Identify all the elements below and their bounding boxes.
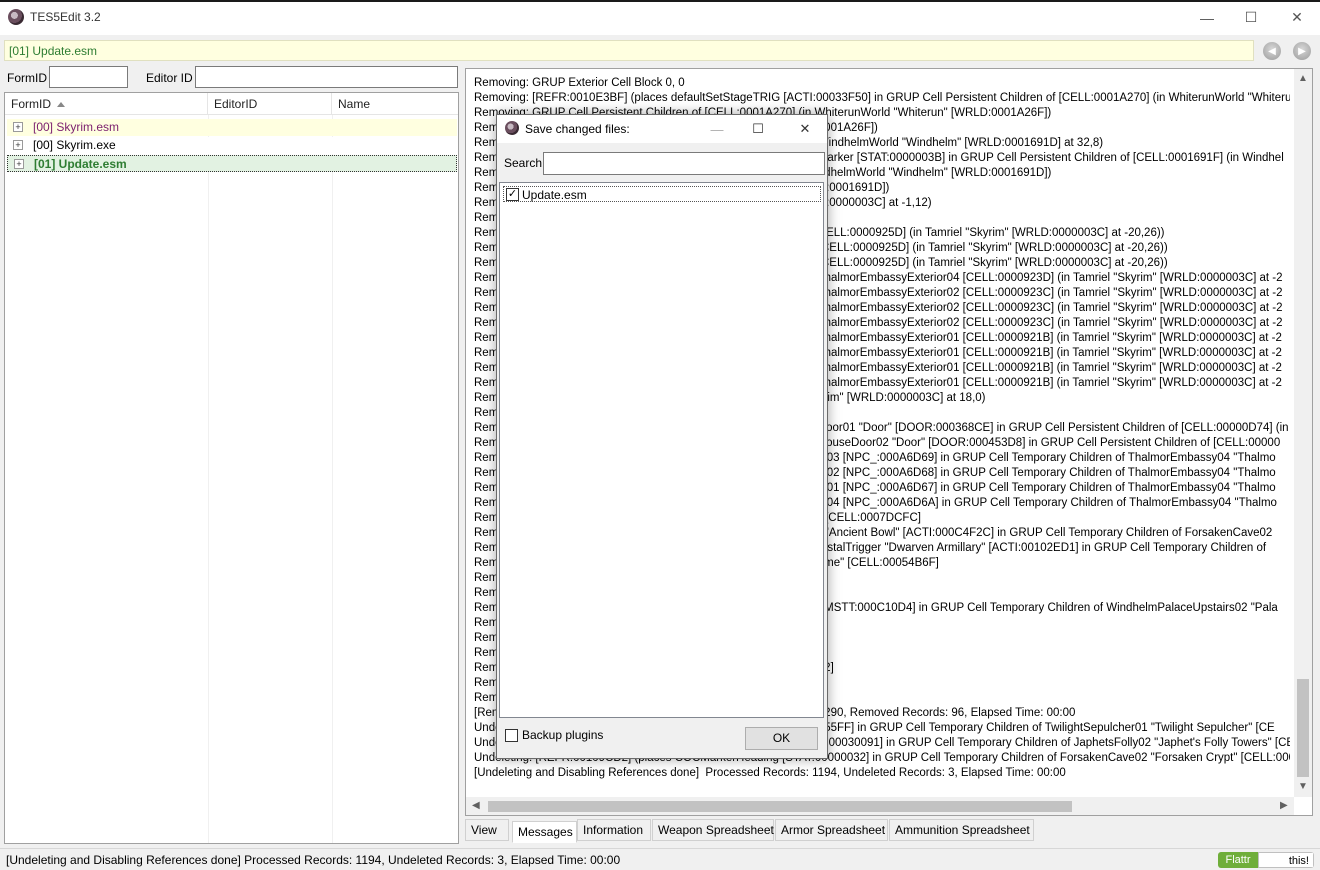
dialog-close-button[interactable]: ✕ (785, 115, 825, 143)
expand-icon[interactable]: + (14, 159, 24, 169)
file-checkbox[interactable]: ✓ (506, 188, 519, 201)
column-header-name[interactable]: Name (332, 93, 458, 115)
log-line: [Undeleting and Disabling References don… (474, 767, 1066, 779)
window-title: TES5Edit 3.2 (30, 10, 101, 24)
tab-messages[interactable]: Messages (512, 821, 577, 843)
flattr-this-label: this! (1258, 852, 1314, 868)
back-button[interactable]: ◀ (1263, 42, 1281, 60)
plugin-tree[interactable]: FormID EditorID Name + [00] Skyrim.esm + [0… (4, 92, 459, 844)
dialog-search-label: Search (504, 156, 543, 170)
scroll-right-arrow-icon[interactable]: ▶ (1280, 800, 1288, 811)
tab-information[interactable]: Information (577, 819, 651, 841)
tree-header: FormID EditorID Name (5, 93, 458, 115)
tab-ammunition-spreadsheet[interactable]: Ammunition Spreadsheet (889, 819, 1034, 841)
editorid-label: Editor ID (146, 71, 193, 85)
vertical-scroll-thumb[interactable] (1297, 679, 1309, 777)
path-bar-text: [01] Update.esm (9, 44, 98, 58)
backup-plugins-label: Backup plugins (522, 728, 604, 742)
status-text: [Undeleting and Disabling References don… (6, 853, 621, 867)
horizontal-scrollbar[interactable]: ◀ ▶ (466, 797, 1294, 815)
list-item[interactable]: ✓ Update.esm (503, 186, 821, 202)
scroll-down-arrow-icon[interactable]: ▼ (1298, 781, 1308, 792)
title-top-line (0, 0, 1320, 2)
dialog-title: Save changed files: (525, 122, 630, 136)
backup-plugins-checkbox[interactable] (505, 729, 518, 742)
expand-icon[interactable]: + (13, 140, 23, 150)
formid-input[interactable] (49, 66, 128, 88)
horizontal-scroll-thumb[interactable] (488, 801, 1072, 812)
status-bar: [Undeleting and Disabling References don… (0, 848, 1320, 870)
file-name: Update.esm (522, 188, 587, 202)
flattr-button[interactable]: Flattr this! (1218, 852, 1314, 868)
dialog-minimize-button[interactable]: — (697, 115, 737, 143)
tab-view[interactable]: View (465, 819, 509, 841)
tree-row[interactable]: + [01] Update.esm (7, 155, 457, 172)
log-line: Removing: [REFR:0010E3BF] (places defaul… (474, 92, 1290, 104)
column-divider (208, 115, 209, 843)
scroll-up-arrow-icon[interactable]: ▲ (1298, 73, 1308, 84)
dialog-title-bar: Save changed files: — ☐ ✕ (497, 115, 827, 143)
expand-icon[interactable]: + (13, 122, 23, 132)
tab-weapon-spreadsheet[interactable]: Weapon Spreadsheet (652, 819, 774, 841)
formid-label: FormID (7, 71, 47, 85)
close-button[interactable]: ✕ (1274, 0, 1320, 35)
title-bar: TES5Edit 3.2 — ☐ ✕ (0, 0, 1320, 35)
forward-button[interactable]: ▶ (1293, 42, 1311, 60)
tree-row[interactable]: + [00] Skyrim.exe (7, 137, 457, 154)
app-icon (8, 9, 24, 25)
editorid-input[interactable] (195, 66, 458, 88)
ok-button[interactable]: OK (745, 727, 818, 750)
column-header-editorid[interactable]: EditorID (208, 93, 332, 115)
sort-ascending-icon (57, 102, 65, 108)
path-bar: [01] Update.esm (4, 40, 1254, 61)
dialog-app-icon (505, 121, 519, 135)
vertical-scrollbar[interactable]: ▲ ▼ (1294, 69, 1312, 797)
scroll-left-arrow-icon[interactable]: ◀ (472, 800, 480, 811)
minimize-button[interactable]: — (1184, 0, 1230, 35)
tab-armor-spreadsheet[interactable]: Armor Spreadsheet (775, 819, 888, 841)
column-divider (332, 115, 333, 843)
tree-row-label: [00] Skyrim.exe (33, 138, 116, 152)
tree-row[interactable]: + [00] Skyrim.esm (7, 119, 457, 136)
dialog-maximize-button[interactable]: ☐ (738, 115, 778, 143)
column-header-formid[interactable]: FormID (5, 93, 208, 115)
log-line: Removing: GRUP Exterior Cell Block 0, 0 (474, 77, 685, 89)
maximize-button[interactable]: ☐ (1228, 0, 1274, 35)
tree-row-label: [00] Skyrim.esm (33, 120, 120, 134)
flattr-label: Flattr (1218, 852, 1258, 868)
dialog-search-input[interactable] (543, 152, 825, 175)
tree-row-label: [01] Update.esm (34, 157, 127, 171)
column-header-formid-label: FormID (11, 97, 51, 111)
save-changed-files-dialog: Save changed files: — ☐ ✕ Search ✓ Updat… (496, 114, 828, 759)
changed-files-list[interactable]: ✓ Update.esm (499, 182, 824, 718)
